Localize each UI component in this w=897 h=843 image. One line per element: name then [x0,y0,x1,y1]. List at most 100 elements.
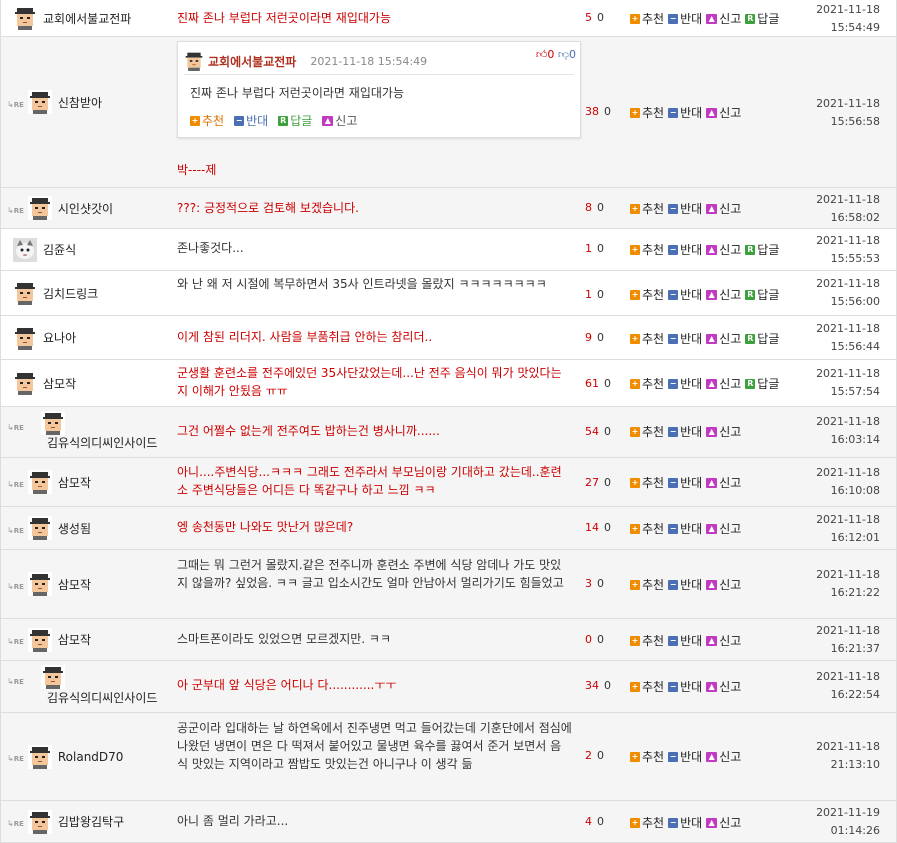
reply-button[interactable]: R 답글 [745,286,779,303]
reply-button[interactable]: R 답글 [745,10,779,27]
author-name[interactable]: 생성됨 [58,520,91,537]
reply-arrow-icon: ↳RE [7,423,24,432]
quote-header: 교회에서불교전파 2021-11-18 15:54:49 [184,48,574,75]
minus-icon: − [668,523,679,534]
reply-button[interactable]: R 답글 [745,241,779,258]
thumbs-down-icon[interactable]: 👎︎ [558,48,569,61]
author-name[interactable]: RolandD70 [58,750,124,764]
report-button[interactable]: ▲ 신고 [706,814,741,831]
recommend-button[interactable]: + 추천 [630,678,664,695]
recommend-button[interactable]: + 추천 [630,576,664,593]
author-name[interactable]: 김밥왕김탁구 [58,813,124,830]
comment-row: 김치드링크 와 난 왜 저 시절에 복무하면서 35사 인트라넷을 몰랐지 ㅋㅋ… [1,271,896,316]
author-name[interactable]: 김유식의디씨인사이드 [47,434,157,451]
report-button[interactable]: ▲ 신고 [706,10,741,27]
report-button[interactable]: ▲ 신고 [706,286,741,303]
oppose-button[interactable]: − 반대 [668,814,702,831]
comment-author[interactable]: 교회에서불교전파 [13,0,131,36]
report-button[interactable]: ▲ 신고 [706,678,741,695]
oppose-button[interactable]: − 반대 [668,241,702,258]
oppose-button[interactable]: − 반대 [668,576,702,593]
comment-row: 교회에서불교전파 진짜 존나 부럽다 저런곳이라면 재입대가능 50 + 추천 −… [1,0,896,37]
comment-text: 군생활 훈련소를 전주에있던 35사단갔었는데...난 전주 음식이 뭐가 맛있… [177,366,562,398]
recommend-button[interactable]: + 추천 [630,286,664,303]
recommend-button[interactable]: + 추천 [630,423,664,440]
recommend-button[interactable]: + 추천 [630,520,664,537]
report-button[interactable]: ▲ 신고 [706,241,741,258]
oppose-button[interactable]: − 반대 [668,474,702,491]
comment-author[interactable]: ↳RE 삼모작 [7,458,91,506]
report-button[interactable]: ▲ 신고 [706,576,741,593]
author-name[interactable]: 시인샷갓이 [58,200,113,217]
reply-button[interactable]: R 답글 [278,112,312,129]
oppose-button[interactable]: − 반대 [668,632,702,649]
oppose-button[interactable]: − 반대 [668,104,702,121]
comment-author[interactable]: ↳RE 신참받아 [7,37,102,167]
report-button[interactable]: ▲ 신고 [706,423,741,440]
oppose-button[interactable]: − 반대 [668,678,702,695]
recommend-button[interactable]: + 추천 [630,632,664,649]
reply-button[interactable]: R 답글 [745,375,779,392]
recommend-button[interactable]: + 추천 [630,10,664,27]
oppose-button[interactable]: − 반대 [234,112,268,129]
comment-date: 2021-11-18 16:21:37 [816,624,880,655]
oppose-button[interactable]: − 반대 [668,520,702,537]
comment-author[interactable]: 김치드링크 [13,271,98,315]
oppose-button[interactable]: − 반대 [668,286,702,303]
recommend-button[interactable]: + 추천 [630,375,664,392]
comment-author[interactable]: 요나아 [13,316,76,359]
report-button[interactable]: ▲ 신고 [706,474,741,491]
report-button[interactable]: ▲ 신고 [706,520,741,537]
author-name[interactable]: 삼모작 [58,474,91,491]
oppose-button[interactable]: − 반대 [668,423,702,440]
comment-author[interactable]: ↳RE 시인샷갓이 [7,188,113,228]
author-name[interactable]: 신참받아 [58,94,102,111]
vote-counts: 61 0 [585,377,611,390]
comment-author[interactable]: ↳RE RolandD70 [7,713,123,800]
recommend-button[interactable]: + 추천 [630,748,664,765]
comment-author[interactable]: ↳RE 삼모작 [7,550,91,618]
author-name[interactable]: 삼모작 [58,576,91,593]
author-name[interactable]: 교회에서불교전파 [43,10,131,27]
comment-author[interactable]: ↳RE 생성됨 [7,507,91,549]
report-button[interactable]: ▲ 신고 [706,632,741,649]
author-name[interactable]: 김쥰식 [43,241,76,258]
report-button[interactable]: ▲ 신고 [706,748,741,765]
report-button[interactable]: ▲ 신고 [706,330,741,347]
recommend-button[interactable]: + 추천 [630,814,664,831]
author-name[interactable]: 삼모작 [58,631,91,648]
oppose-button[interactable]: − 반대 [668,200,702,217]
report-icon: ▲ [706,107,718,118]
report-icon: ▲ [706,333,718,344]
plus-icon: + [630,751,640,762]
oppose-button[interactable]: − 반대 [668,10,702,27]
comment-author[interactable]: 삼모작 [13,360,76,406]
recommend-button[interactable]: + 추천 [630,241,664,258]
recommend-button[interactable]: + 추천 [630,330,664,347]
report-button[interactable]: ▲ 신고 [322,112,357,129]
oppose-button[interactable]: − 반대 [668,330,702,347]
oppose-button[interactable]: − 반대 [668,375,702,392]
plus-icon: + [630,635,640,646]
recommend-button[interactable]: + 추천 [630,104,664,121]
author-name[interactable]: 김유식의디씨인사이드 [47,689,157,706]
author-name[interactable]: 김치드링크 [43,285,98,302]
report-button[interactable]: ▲ 신고 [706,104,741,121]
comment-actions: + 추천 − 반대 ▲ 신고 [630,632,745,649]
quote-author[interactable]: 교회에서불교전파 [208,53,296,70]
comment-author[interactable]: ↳RE 삼모작 [7,619,91,660]
oppose-button[interactable]: − 반대 [668,748,702,765]
author-name[interactable]: 삼모작 [43,375,76,392]
recommend-button[interactable]: + 추천 [630,200,664,217]
comment-author[interactable]: 김쥰식 [13,229,76,270]
reply-arrow-icon: ↳RE [7,479,24,489]
vote-counts: 90 [585,331,604,344]
report-button[interactable]: ▲ 신고 [706,200,741,217]
reply-button[interactable]: R 답글 [745,330,779,347]
author-name[interactable]: 요나아 [43,329,76,346]
report-button[interactable]: ▲ 신고 [706,375,741,392]
recommend-button[interactable]: + 추천 [190,112,224,129]
comment-author[interactable]: ↳RE 김밥왕김탁구 [7,801,124,842]
recommend-button[interactable]: + 추천 [630,474,664,491]
thumbs-up-icon[interactable]: 👍︎ [536,48,548,61]
